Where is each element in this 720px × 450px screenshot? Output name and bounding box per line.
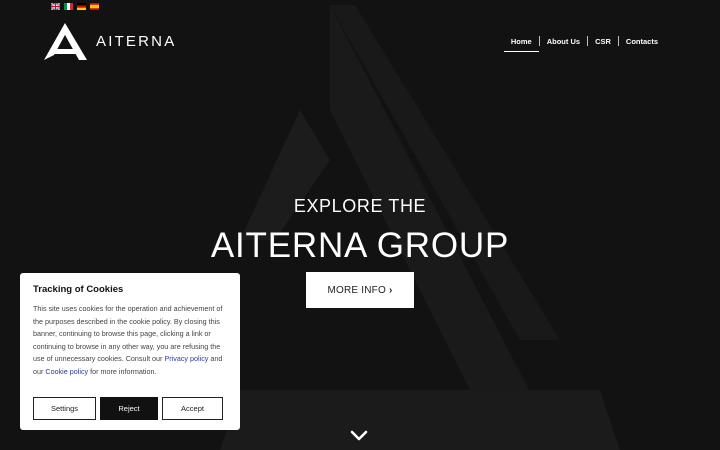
cookie-banner-text: This site uses cookies for the operation… — [33, 303, 227, 379]
nav-about-us[interactable]: About Us — [540, 37, 587, 46]
language-switcher — [51, 3, 99, 10]
settings-button[interactable]: Settings — [33, 397, 96, 420]
hero-title: AITERNA GROUP — [210, 226, 510, 265]
cookie-text-part: for more information. — [88, 366, 157, 376]
cookie-banner-title: Tracking of Cookies — [33, 284, 124, 295]
logo-mark-icon — [44, 23, 87, 60]
cookie-policy-link[interactable]: Cookie policy — [45, 367, 88, 376]
privacy-policy-link[interactable]: Privacy policy — [164, 354, 208, 363]
accept-button[interactable]: Accept — [162, 397, 223, 420]
more-info-button[interactable]: MORE INFO › — [306, 272, 414, 308]
logo-text: AITERNA — [96, 33, 177, 50]
uk-flag-icon[interactable] — [51, 3, 60, 10]
nav-csr[interactable]: CSR — [588, 37, 618, 46]
germany-flag-icon[interactable] — [77, 3, 86, 10]
spain-flag-icon[interactable] — [90, 3, 99, 10]
reject-button[interactable]: Reject — [100, 397, 158, 420]
hero-subtitle: EXPLORE THE — [293, 196, 427, 216]
chevron-down-icon[interactable] — [350, 430, 368, 441]
site-logo[interactable]: AITERNA — [44, 23, 176, 60]
italy-flag-icon[interactable] — [64, 3, 73, 10]
nav-home[interactable]: Home — [503, 37, 539, 52]
chevron-right-icon: › — [388, 284, 393, 296]
cookie-actions: Settings Reject Accept — [33, 397, 223, 420]
main-navigation: Home About Us CSR Contacts — [503, 36, 665, 52]
cookie-banner: Tracking of Cookies This site uses cooki… — [20, 273, 240, 430]
more-info-label: MORE INFO — [327, 284, 386, 296]
nav-contacts[interactable]: Contacts — [619, 37, 665, 46]
